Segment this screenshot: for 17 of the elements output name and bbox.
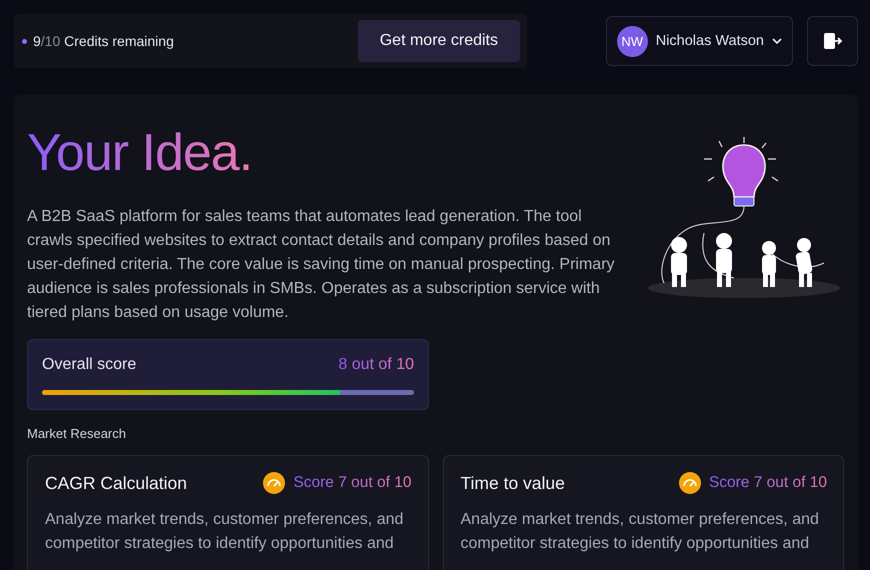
gauge-icon: [263, 472, 286, 494]
gauge-icon: [678, 472, 701, 494]
card-title: CAGR Calculation: [45, 472, 187, 494]
dot-icon: [22, 38, 27, 44]
chevron-down-icon: [772, 38, 782, 44]
card-title: Time to value: [460, 472, 565, 494]
card-description: Analyze market trends, customer preferences, and competitor strategies to identify opportunities and: [460, 510, 820, 554]
credits-remaining: 9/10 Credits remaining: [33, 33, 174, 49]
user-menu[interactable]: NW Nicholas Watson: [606, 16, 793, 66]
logout-button[interactable]: [807, 16, 858, 66]
user-avatar: NW: [616, 26, 648, 56]
logout-icon: [822, 32, 842, 50]
section-title: Market Research: [27, 426, 127, 441]
idea-description: A B2B SaaS platform for sales teams that automates lead generation. The tool crawls specified websites to extract contact details and company profiles based on user-defined criteria. The core value is saving time on manual prospecting. Primary audience is sales professionals in SMBs. Operates as a subscription service with tiered plans based on usage volume.: [27, 207, 616, 323]
card-description: Analyze market trends, customer preferences, and competitor strategies to identify opportunities and: [45, 510, 404, 554]
overall-score-label: Overall score: [42, 356, 136, 374]
get-more-credits-button[interactable]: Get more credits: [358, 20, 520, 62]
